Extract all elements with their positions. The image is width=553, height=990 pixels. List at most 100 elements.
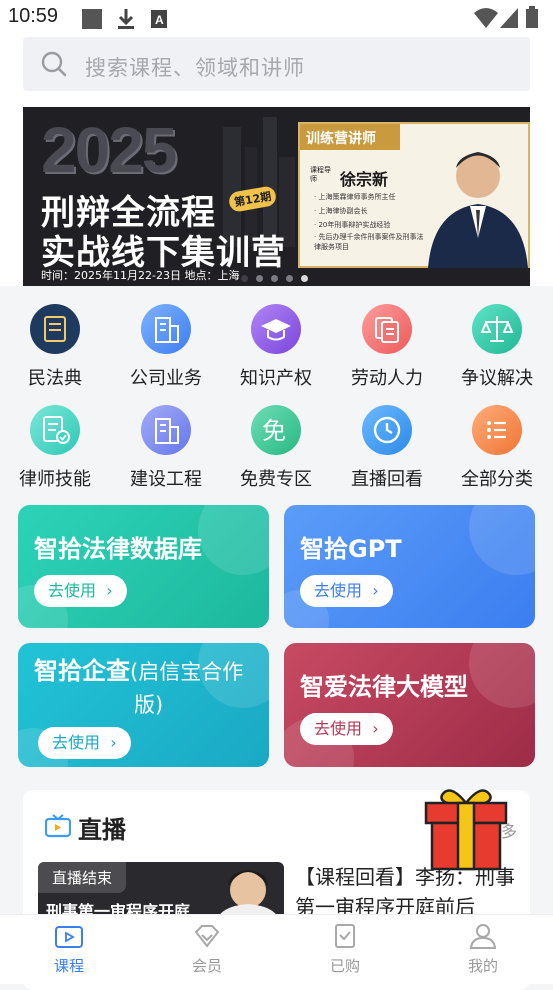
use-button-label: 去使用 xyxy=(52,733,101,752)
tool-card-company-check[interactable]: 智拾企查(启信宝合作 版) 去使用 › xyxy=(18,643,269,767)
chevron-right-icon: › xyxy=(101,581,113,600)
checklist-icon xyxy=(30,405,80,455)
chevron-right-icon: › xyxy=(105,733,117,752)
tool-title: 智拾法律数据库 xyxy=(34,535,202,563)
chevron-right-icon: › xyxy=(367,581,379,600)
graduation-cap-icon xyxy=(251,304,301,354)
scales-icon xyxy=(472,304,522,354)
battery-icon xyxy=(526,6,538,28)
tool-title-suffix: (启信宝合作 xyxy=(130,660,244,684)
video-icon xyxy=(55,926,83,948)
tab-profile[interactable]: 我的 xyxy=(443,923,523,976)
category-label: 免费专区 xyxy=(240,469,312,490)
pagination-dot[interactable] xyxy=(271,275,278,282)
download-icon xyxy=(118,9,134,29)
banner-teacher-bullets: · 上海策霖律师事务所主任 · 上海律协副会长 · 20年刑事辩护实战经验 · … xyxy=(314,190,424,252)
decor-bubble xyxy=(469,505,535,575)
tool-title: 智爱法律大模型 xyxy=(300,673,468,701)
tool-title-suffix: 版) xyxy=(134,693,164,717)
category-label: 建设工程 xyxy=(130,469,202,490)
live-section-title: 直播 xyxy=(78,816,126,844)
list-icon xyxy=(472,405,522,455)
category-label: 劳动人力 xyxy=(351,368,423,389)
category-live-replay[interactable]: 直播回看 xyxy=(342,405,432,491)
use-button[interactable]: 去使用 › xyxy=(300,713,393,745)
keyboard-a-icon: A xyxy=(151,10,167,28)
tab-purchased[interactable]: 已购 xyxy=(305,923,385,976)
pagination-dot[interactable] xyxy=(256,275,263,282)
promo-banner[interactable]: 2025 刑辩全流程 实战线下集训营 第12期 时间：2025年11月22-23… xyxy=(23,107,530,286)
banner-bullet: · 先后办理千余件刑事案件及刑事法律服务项目 xyxy=(314,233,424,251)
banner-teacher-name: 徐宗新 xyxy=(340,170,389,189)
banner-bullet: · 上海策霖律师事务所主任 xyxy=(314,193,396,201)
chevron-right-icon: › xyxy=(367,719,379,738)
svg-text:A: A xyxy=(155,13,164,27)
category-ip[interactable]: 知识产权 xyxy=(231,304,321,390)
free-icon: 免 xyxy=(251,405,301,455)
tool-card-law-database[interactable]: 智拾法律数据库 去使用 › xyxy=(18,505,269,628)
svg-text:免: 免 xyxy=(262,417,286,445)
use-button[interactable]: 去使用 › xyxy=(34,575,127,607)
decor-bubble xyxy=(469,643,535,708)
banner-pagination xyxy=(241,267,316,286)
category-lawyer-skills[interactable]: 律师技能 xyxy=(10,405,100,491)
banner-bullet: · 上海律协副会长 xyxy=(314,207,368,215)
use-button-label: 去使用 xyxy=(314,581,363,600)
category-all[interactable]: 全部分类 xyxy=(452,405,542,491)
tab-membership[interactable]: 会员 xyxy=(167,923,247,976)
category-free[interactable]: 免 免费专区 xyxy=(231,405,321,491)
category-label: 公司业务 xyxy=(130,368,202,389)
tab-label: 我的 xyxy=(467,957,498,975)
category-label: 争议解决 xyxy=(461,368,533,389)
tool-card-legal-model[interactable]: 智爱法律大模型 去使用 › xyxy=(284,643,535,767)
search-input[interactable]: 搜索课程、领域和讲师 xyxy=(23,37,530,91)
bottom-tab-bar: 课程 会员 已购 我的 xyxy=(0,914,553,984)
speaker-photo xyxy=(216,870,280,922)
user-icon xyxy=(469,924,497,949)
book-icon xyxy=(30,304,80,354)
status-time: 10:59 xyxy=(8,5,59,27)
tool-title-main: 智拾企查 xyxy=(34,657,130,685)
tab-label: 会员 xyxy=(191,957,222,975)
banner-year: 2025 xyxy=(41,114,177,186)
search-icon xyxy=(41,51,67,77)
use-button[interactable]: 去使用 › xyxy=(38,727,131,759)
building-icon xyxy=(141,304,191,354)
category-dispute[interactable]: 争议解决 xyxy=(452,304,542,390)
use-button[interactable]: 去使用 › xyxy=(300,575,393,607)
tool-title: 智拾企查(启信宝合作 版) xyxy=(34,655,269,721)
live-thumbnail[interactable]: 直播结束 刑事第一审程序开庭 xyxy=(38,862,284,922)
teacher-photo xyxy=(428,152,528,268)
tab-courses[interactable]: 课程 xyxy=(29,923,109,976)
notification-square-icon xyxy=(82,9,102,29)
banner-teacher-label: 课程导师 xyxy=(310,166,331,183)
wifi-icon xyxy=(474,8,498,28)
decor-bubble xyxy=(198,505,269,575)
tab-label: 课程 xyxy=(53,957,84,975)
status-bar: 10:59 A xyxy=(0,0,553,36)
pagination-dot[interactable] xyxy=(301,275,308,282)
category-construction[interactable]: 建设工程 xyxy=(121,405,211,491)
banner-card-title: 训练营讲师 xyxy=(300,124,400,150)
pagination-dot[interactable] xyxy=(286,275,293,282)
category-corporate[interactable]: 公司业务 xyxy=(121,304,211,390)
documents-icon xyxy=(362,304,412,354)
category-label: 律师技能 xyxy=(19,469,91,490)
tab-label: 已购 xyxy=(329,957,360,975)
category-civil-code[interactable]: 民法典 xyxy=(10,304,100,390)
banner-bullet: · 20年刑事辩护实战经验 xyxy=(314,221,391,229)
banner-meta: 时间：2025年11月22-23日 地点：上海 xyxy=(41,269,240,282)
category-labor[interactable]: 劳动人力 xyxy=(342,304,432,390)
tool-title: 智拾GPT xyxy=(300,535,402,563)
gift-icon[interactable] xyxy=(420,783,512,873)
tool-card-gpt[interactable]: 智拾GPT 去使用 › xyxy=(284,505,535,628)
tv-icon xyxy=(45,814,71,838)
live-status-badge: 直播结束 xyxy=(38,862,127,893)
category-label: 全部分类 xyxy=(461,469,533,490)
use-button-label: 去使用 xyxy=(314,719,363,738)
signal-icon xyxy=(500,8,518,28)
diamond-icon xyxy=(194,925,220,948)
replay-clock-icon xyxy=(362,405,412,455)
use-button-label: 去使用 xyxy=(48,581,97,600)
pagination-dot[interactable] xyxy=(241,275,248,282)
